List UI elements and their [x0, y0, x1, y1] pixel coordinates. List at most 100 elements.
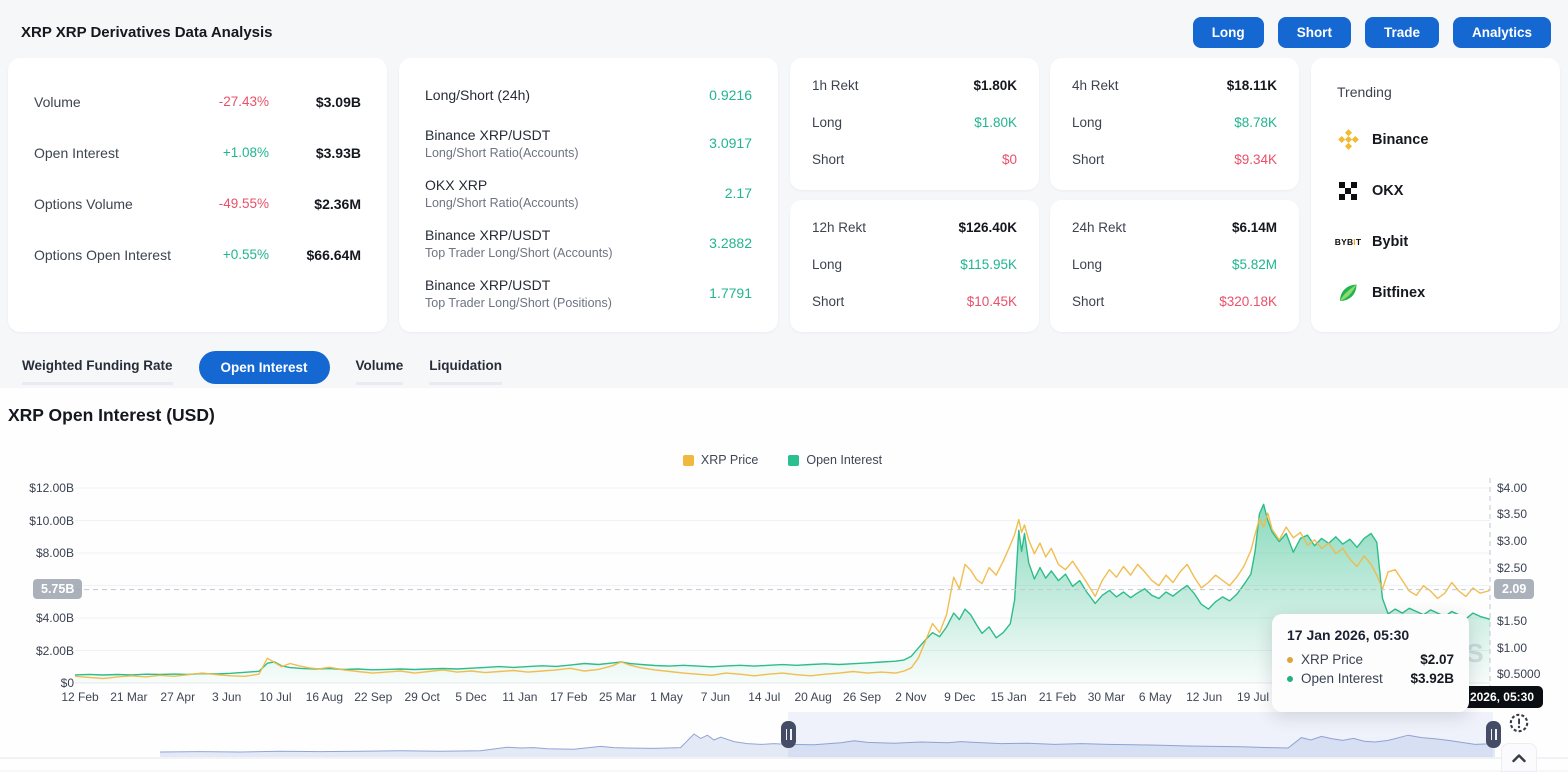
x-axis-label: 2 Nov [895, 690, 926, 704]
navigator-right-handle[interactable] [1486, 721, 1501, 748]
stat-row: Options Volume-49.55%$2.36M [34, 178, 361, 229]
header-button-analytics[interactable]: Analytics [1453, 17, 1551, 48]
bybit-icon: BYBIT [1335, 237, 1362, 247]
y-axis-right-label: $1.50 [1497, 614, 1527, 628]
header-button-trade[interactable]: Trade [1365, 17, 1439, 48]
y-axis-right-label: $3.50 [1497, 507, 1527, 521]
x-axis-label: 7 Jun [701, 690, 730, 704]
y-axis-right-label: $3.00 [1497, 534, 1527, 548]
stat-value: $3.09B [269, 94, 361, 110]
ratio-label: Binance XRP/USDT [425, 277, 612, 293]
tab-weighted-funding-rate[interactable]: Weighted Funding Rate [22, 350, 173, 385]
stat-label: Options Volume [34, 196, 191, 212]
ratio-labels: OKX XRPLong/Short Ratio(Accounts) [425, 177, 579, 210]
trending-item-bitfinex[interactable]: Bitfinex [1337, 267, 1534, 318]
trending-item-okx[interactable]: OKX [1337, 165, 1534, 216]
rekt-title: 12h Rekt [812, 220, 866, 235]
ratio-row: Long/Short (24h)0.9216 [425, 72, 752, 118]
y-axis-right-label: $1.00 [1497, 641, 1527, 655]
y-axis-left-label: $0 [4, 676, 74, 690]
ratio-labels: Long/Short (24h) [425, 87, 530, 103]
rekt-short-label: Short [1072, 152, 1104, 167]
rekt-long-label: Long [812, 257, 842, 272]
collapse-chart-button[interactable] [1501, 743, 1537, 772]
ratio-row: Binance XRP/USDTLong/Short Ratio(Account… [425, 118, 752, 168]
stat-label: Options Open Interest [34, 247, 191, 263]
header-actions: Long Short Trade Analytics [1193, 17, 1551, 48]
rekt-card-24h: 24h Rekt$6.14M Long$5.82M Short$320.18K [1050, 200, 1299, 332]
rekt-short-value: $320.18K [1219, 294, 1277, 309]
y-axis-left-label: $8.00B [4, 546, 74, 560]
tooltip-date: 17 Jan 2026, 05:30 [1287, 627, 1454, 643]
legend-label: XRP Price [701, 453, 758, 467]
rekt-short-label: Short [812, 294, 844, 309]
ratio-value: 1.7791 [709, 285, 752, 301]
y-axis-right-label: $2.50 [1497, 561, 1527, 575]
bitfinex-icon-box [1337, 282, 1359, 304]
legend-item-xrp-price[interactable]: XRP Price [683, 453, 758, 467]
rekt-total: $126.40K [958, 220, 1017, 235]
rekt-long-value: $5.82M [1232, 257, 1277, 272]
x-axis-label: 19 Jul [1237, 690, 1269, 704]
trending-card: Trending Binance OKX BYBITBybit Bitfinex [1311, 58, 1560, 332]
header-button-short[interactable]: Short [1278, 17, 1351, 48]
ratio-label: Binance XRP/USDT [425, 127, 579, 143]
x-axis-label: 22 Sep [354, 690, 392, 704]
ratio-row: Binance XRP/USDTTop Trader Long/Short (A… [425, 218, 752, 268]
chart-tabs: Weighted Funding Rate Open Interest Volume… [22, 350, 502, 385]
tooltip-series-name: Open Interest [1301, 671, 1383, 686]
stat-row: Open Interest+1.08%$3.93B [34, 127, 361, 178]
xrp-price-dot-icon [1287, 657, 1293, 663]
x-axis-label: 30 Mar [1088, 690, 1125, 704]
tab-volume[interactable]: Volume [356, 350, 404, 385]
chart-settings-button[interactable] [1502, 707, 1535, 738]
stat-change: -27.43% [191, 94, 269, 109]
rekt-long-label: Long [1072, 115, 1102, 130]
ratio-labels: Binance XRP/USDTTop Trader Long/Short (A… [425, 227, 613, 260]
okx-icon-box [1337, 180, 1359, 202]
stats-card: Volume-27.43%$3.09BOpen Interest+1.08%$3… [8, 58, 387, 332]
x-axis-label: 27 Apr [160, 690, 195, 704]
stat-label: Open Interest [34, 145, 191, 161]
tooltip-series-value: $2.07 [1420, 652, 1454, 667]
trending-title: Trending [1337, 84, 1534, 100]
bitfinex-icon [1337, 282, 1359, 304]
ratio-row: OKX XRPLong/Short Ratio(Accounts)2.17 [425, 168, 752, 218]
long-short-ratio-card: Long/Short (24h)0.9216Binance XRP/USDTLo… [399, 58, 778, 332]
tab-open-interest[interactable]: Open Interest [199, 351, 330, 384]
exchange-name: Bitfinex [1372, 285, 1425, 301]
ratio-row: Binance XRP/USDT Top Trader Long/Short (P… [425, 268, 752, 318]
x-axis-label: 15 Jan [991, 690, 1027, 704]
stat-change: -49.55% [191, 196, 269, 211]
x-axis-label: 9 Dec [944, 690, 975, 704]
stat-row: Volume-27.43%$3.09B [34, 76, 361, 127]
x-axis-label: 26 Sep [843, 690, 881, 704]
chart-tooltip: 17 Jan 2026, 05:30 XRP Price $2.07 Open … [1272, 614, 1469, 712]
legend-item-open-interest[interactable]: Open Interest [788, 453, 882, 467]
x-axis-label: 20 Aug [794, 690, 831, 704]
rekt-short-label: Short [812, 152, 844, 167]
ratio-sublabel: Long/Short Ratio(Accounts) [425, 196, 579, 210]
x-axis-label: 12 Feb [61, 690, 98, 704]
x-axis-label: 21 Mar [110, 690, 147, 704]
tooltip-series-name: XRP Price [1301, 652, 1363, 667]
ratio-sublabel: Top Trader Long/Short (Positions) [425, 296, 612, 310]
exchange-name: OKX [1372, 183, 1403, 199]
y-axis-left-label: $4.00B [4, 611, 74, 625]
crosshair-left-value-badge: 5.75B [33, 579, 82, 599]
binance-icon-box [1337, 129, 1359, 151]
rekt-card-12h: 12h Rekt$126.40K Long$115.95K Short$10.4… [790, 200, 1039, 332]
legend-swatch [788, 455, 799, 466]
tooltip-series-value: $3.92B [1410, 671, 1454, 686]
header-button-long[interactable]: Long [1193, 17, 1264, 48]
crosshair-right-value-badge: 2.09 [1494, 579, 1534, 599]
x-axis-label: 5 Dec [455, 690, 486, 704]
x-axis-label: 21 Feb [1039, 690, 1076, 704]
navigator-left-handle[interactable] [781, 721, 796, 748]
bybit-icon-box: BYBIT [1337, 231, 1359, 253]
trending-item-binance[interactable]: Binance [1337, 114, 1534, 165]
tab-liquidation[interactable]: Liquidation [429, 350, 502, 385]
x-axis-label: 14 Jul [748, 690, 780, 704]
trending-item-bybit[interactable]: BYBITBybit [1337, 216, 1534, 267]
chevron-up-icon [1511, 752, 1527, 764]
